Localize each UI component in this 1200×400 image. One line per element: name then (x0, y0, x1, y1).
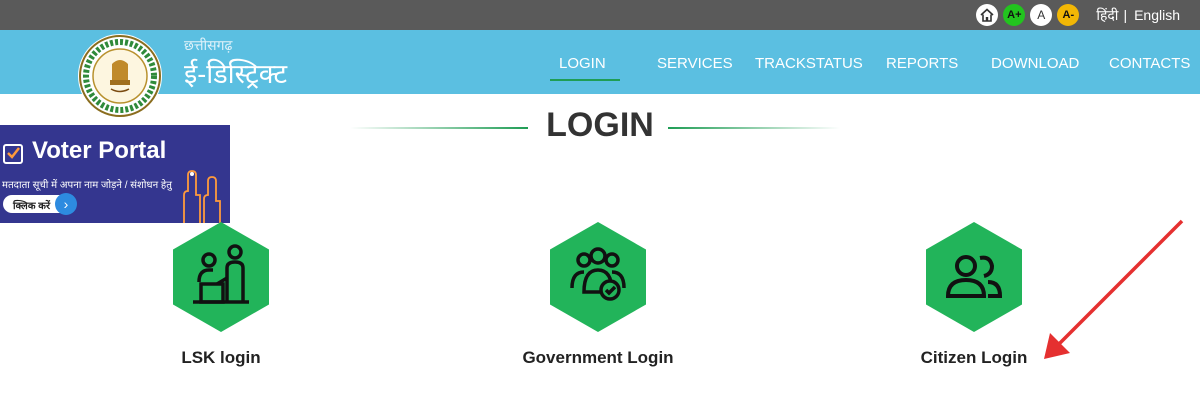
lsk-login-label: LSK login (181, 348, 261, 367)
lsk-operator-icon (173, 222, 269, 332)
language-english-link[interactable]: English (1134, 7, 1180, 23)
font-increase-button[interactable]: A+ (1003, 4, 1026, 26)
chevron-right-icon: › (55, 193, 77, 215)
nav-trackstatus[interactable]: TRACKSTATUS (755, 55, 863, 72)
font-reset-button[interactable]: A (1030, 4, 1053, 26)
raised-finger-hands-icon (183, 170, 221, 223)
voter-portal-subtitle: मतदाता सूची में अपना नाम जोड़ने / संशोधन… (2, 180, 172, 191)
voter-portal-banner[interactable]: Voter Portal मतदाता सूची में अपना नाम जो… (0, 125, 230, 223)
nav-contacts[interactable]: CONTACTS (1109, 55, 1190, 72)
language-hindi-link[interactable]: हिंदी (1096, 6, 1118, 25)
citizen-users-icon (926, 222, 1022, 332)
utility-tools: A+ A A- हिंदी | English (976, 3, 1180, 27)
government-group-icon (550, 222, 646, 332)
home-icon[interactable] (976, 4, 999, 26)
voter-click-button[interactable]: क्लिक करें › (3, 193, 77, 215)
nav-login[interactable]: LOGIN (559, 55, 606, 72)
main-navigation: LOGIN SERVICES TRACKSTATUS REPORTS DOWNL… (0, 30, 1200, 94)
title-divider-right (668, 127, 840, 129)
annotation-arrow-icon (1044, 219, 1184, 359)
voter-click-label: क्लिक करें (13, 201, 51, 212)
top-utility-bar: A+ A A- हिंदी | English (0, 0, 1200, 30)
language-separator: | (1123, 7, 1128, 23)
nav-reports[interactable]: REPORTS (886, 55, 958, 72)
nav-active-indicator (550, 79, 620, 81)
government-login-label: Government Login (522, 348, 674, 367)
nav-download[interactable]: DOWNLOAD (991, 55, 1079, 72)
font-decrease-button[interactable]: A- (1057, 4, 1080, 26)
nav-services[interactable]: SERVICES (657, 55, 733, 72)
voter-portal-title: Voter Portal (32, 137, 167, 164)
voting-machine-icon (3, 144, 23, 164)
